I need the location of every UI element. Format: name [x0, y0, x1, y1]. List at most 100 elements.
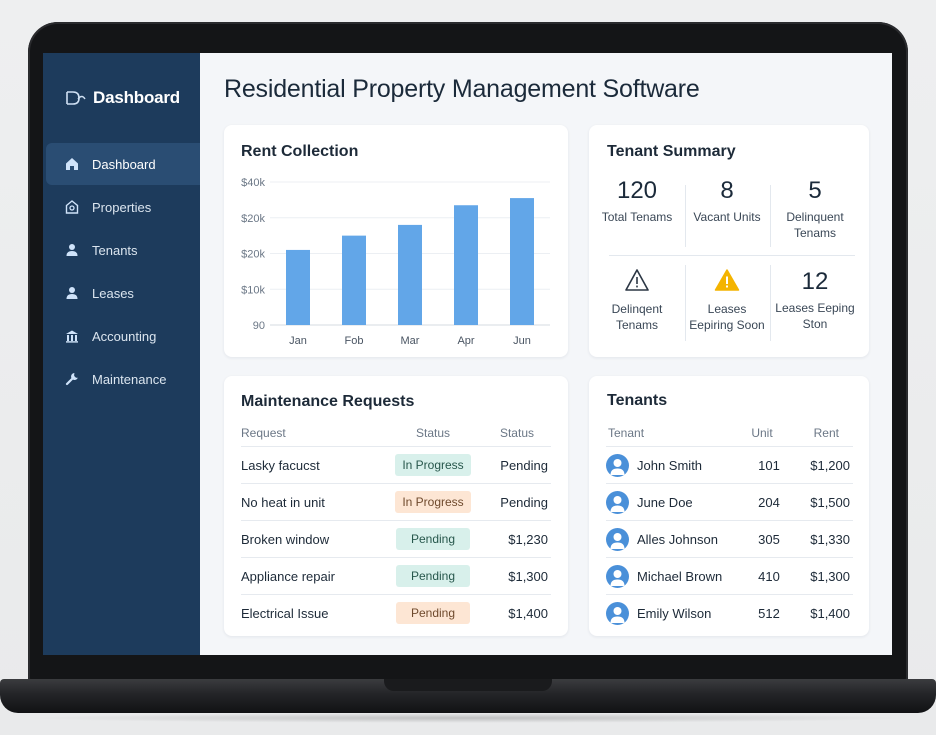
- table-row[interactable]: Lasky facucst In Progress Pending: [241, 446, 551, 483]
- warning-outline-icon: [595, 268, 679, 297]
- status-cell: In Progress: [378, 491, 488, 513]
- stat-label: Vacant Units: [693, 210, 761, 224]
- sidebar-item-label: Dashboard: [92, 156, 156, 172]
- table-row[interactable]: Appliance repair Pending $1,300: [241, 557, 551, 594]
- y-tick-label: $10k: [241, 284, 265, 296]
- tenant-rent: $1,400: [810, 605, 850, 621]
- x-tick-label: Fob: [345, 335, 364, 347]
- x-tick-label: Apr: [457, 335, 474, 347]
- bar-fob: [342, 235, 366, 325]
- stat-value: 8: [720, 177, 734, 204]
- sidebar-item-maintenance[interactable]: Maintenance: [46, 358, 200, 400]
- card-title: Tenant Summary: [607, 143, 736, 160]
- sidebar-nav: Dashboard Properties Tenants Leases Acco…: [43, 143, 200, 400]
- column-header: Rent: [813, 426, 839, 440]
- table-row[interactable]: No heat in unit In Progress Pending: [241, 483, 551, 520]
- tenant-name: Alles Johnson: [637, 531, 718, 547]
- stat-label: Delinquent Tenams: [786, 210, 844, 240]
- y-tick-label: $20k: [241, 249, 265, 261]
- bar-mar: [398, 224, 422, 325]
- warning-filled-icon: [685, 268, 769, 297]
- request-name: No heat in unit: [241, 494, 325, 510]
- x-tick-label: Mar: [401, 335, 420, 347]
- y-tick-label: 90: [253, 320, 265, 332]
- tenant-rent: $1,330: [810, 531, 850, 547]
- request-name: Electrical Issue: [241, 605, 329, 621]
- bank-icon: [64, 328, 80, 344]
- request-value: $1,230: [508, 531, 548, 547]
- tenant-rent: $1,300: [810, 568, 850, 584]
- rent-collection-chart: 90 $10k $20k $20k $40k Jan Fob Mar Apr Jun: [241, 177, 550, 347]
- request-value: $1,400: [508, 605, 548, 621]
- tenant-name: Emily Wilson: [637, 605, 712, 621]
- avatar: [606, 601, 629, 625]
- status-cell: Pending: [378, 528, 488, 550]
- tenant-unit: 101: [758, 457, 780, 473]
- column-header: Status: [415, 426, 451, 440]
- stat-vacant-units: 8 Vacant Units: [685, 177, 769, 225]
- status-cell: Pending: [378, 602, 488, 624]
- sidebar-item-tenants[interactable]: Tenants: [46, 229, 200, 271]
- sidebar-item-label: Leases: [92, 285, 134, 301]
- stat-delinquent-tenants: 5 Delinquent Tenams: [773, 177, 857, 241]
- table-row[interactable]: Emily Wilson 512 $1,400: [606, 594, 853, 631]
- tenant-name: John Smith: [637, 457, 703, 473]
- sidebar-item-label: Properties: [92, 199, 152, 215]
- table-row[interactable]: Alles Johnson 305 $1,330: [606, 520, 853, 557]
- table-header: Request Status Status: [241, 426, 551, 446]
- app-window: Dashboard Dashboard Properties Tenants L…: [43, 53, 892, 655]
- stat-label: Total Tenams: [601, 210, 673, 224]
- alert-delinquent-tenants[interactable]: Delinqent Tenams: [595, 268, 679, 333]
- stat-leases-expiring-soon[interactable]: 12 Leases Eeping Ston: [773, 268, 857, 332]
- sidebar-item-leases[interactable]: Leases: [46, 272, 200, 314]
- maintenance-requests-card: Maintenance Requests Request Status Stat…: [224, 376, 568, 636]
- sidebar: Dashboard Dashboard Properties Tenants L…: [43, 53, 200, 655]
- table-row[interactable]: Michael Brown 410 $1,300: [606, 557, 853, 594]
- status-badge: Pending: [396, 602, 470, 624]
- column-header: Unit: [751, 426, 773, 440]
- avatar: [606, 564, 629, 588]
- bar-jun: [510, 198, 534, 325]
- bar-apr: [454, 205, 478, 325]
- tenants-card: Tenants Tenant Unit Rent John Smith 101 …: [589, 376, 869, 636]
- stat-value: 5: [808, 177, 822, 204]
- user-icon: [64, 242, 80, 258]
- status-badge: In Progress: [395, 454, 471, 476]
- stat-value: 120: [616, 177, 658, 204]
- status-cell: Pending: [378, 565, 488, 587]
- request-name: Appliance repair: [241, 568, 335, 584]
- table-header: Tenant Unit Rent: [608, 426, 851, 446]
- logo-icon: [65, 90, 87, 106]
- x-tick-label: Jun: [513, 335, 531, 347]
- stat-label: Leases Eeping Ston: [775, 301, 855, 331]
- column-header: Request: [241, 426, 286, 440]
- table-row[interactable]: Electrical Issue Pending $1,400: [241, 594, 551, 631]
- stat-label: Leases Eepiring Soon: [689, 302, 765, 332]
- stat-label: Delinqent Tenams: [611, 302, 663, 332]
- card-title: Maintenance Requests: [241, 393, 415, 410]
- table-row[interactable]: John Smith 101 $1,200: [606, 446, 853, 483]
- brand[interactable]: Dashboard: [43, 53, 200, 143]
- sidebar-item-properties[interactable]: Properties: [46, 186, 200, 228]
- sidebar-item-dashboard[interactable]: Dashboard: [46, 143, 200, 185]
- divider: [609, 255, 855, 256]
- user-icon: [64, 285, 80, 301]
- sidebar-item-accounting[interactable]: Accounting: [46, 315, 200, 357]
- avatar: [606, 490, 629, 514]
- request-value: Pending: [500, 457, 548, 473]
- bar-jan: [286, 249, 310, 325]
- table-row[interactable]: Broken window Pending $1,230: [241, 520, 551, 557]
- request-name: Lasky facucst: [241, 457, 320, 473]
- sidebar-item-label: Accounting: [92, 328, 157, 344]
- alert-leases-expiring[interactable]: Leases Eepiring Soon: [685, 268, 769, 333]
- tenant-unit: 512: [758, 605, 780, 621]
- status-badge: Pending: [396, 528, 470, 550]
- home-icon: [64, 156, 80, 172]
- column-header: Tenant: [608, 426, 645, 440]
- table-row[interactable]: June Doe 204 $1,500: [606, 483, 853, 520]
- sidebar-item-label: Maintenance: [92, 371, 167, 387]
- brand-label: Dashboard: [93, 88, 180, 107]
- request-value: $1,300: [508, 568, 548, 584]
- page-title: Residential Property Management Software: [224, 75, 700, 103]
- property-icon: [64, 199, 80, 215]
